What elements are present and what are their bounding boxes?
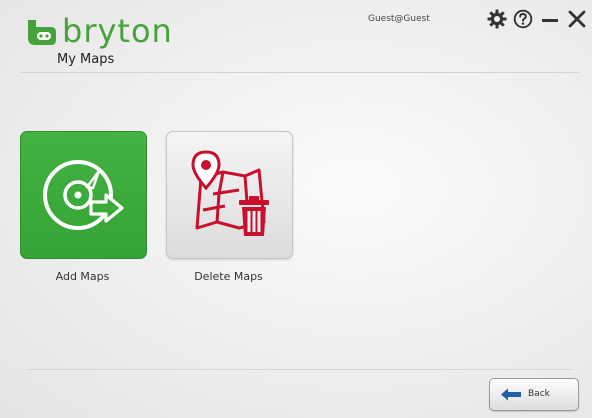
delete-maps-icon bbox=[191, 150, 269, 236]
add-maps-button[interactable] bbox=[20, 131, 147, 259]
brand-name: bryton bbox=[62, 12, 173, 50]
help-button[interactable] bbox=[512, 8, 534, 30]
back-button[interactable]: Back bbox=[489, 378, 579, 411]
minimize-icon bbox=[542, 19, 558, 22]
add-maps-label: Add Maps bbox=[55, 270, 110, 283]
help-icon bbox=[513, 9, 533, 29]
user-account-label: Guest@Guest bbox=[368, 14, 430, 24]
app-window: bryton My Maps Guest@Guest Add Maps Dele… bbox=[0, 0, 592, 418]
header-divider bbox=[20, 72, 579, 73]
add-maps-icon bbox=[43, 160, 124, 230]
footer-divider bbox=[28, 369, 572, 370]
delete-maps-label: Delete Maps bbox=[194, 270, 263, 283]
close-button[interactable] bbox=[566, 8, 588, 30]
gear-icon bbox=[487, 9, 507, 29]
back-label: Back bbox=[528, 389, 550, 399]
settings-button[interactable] bbox=[486, 8, 508, 30]
bryton-logo: bryton bbox=[18, 12, 188, 52]
close-icon bbox=[568, 10, 586, 28]
minimize-button[interactable] bbox=[539, 8, 561, 30]
back-arrow-icon bbox=[501, 388, 521, 401]
page-title: My Maps bbox=[57, 52, 115, 67]
bryton-logo-icon bbox=[28, 20, 56, 45]
delete-maps-button[interactable] bbox=[166, 131, 293, 259]
